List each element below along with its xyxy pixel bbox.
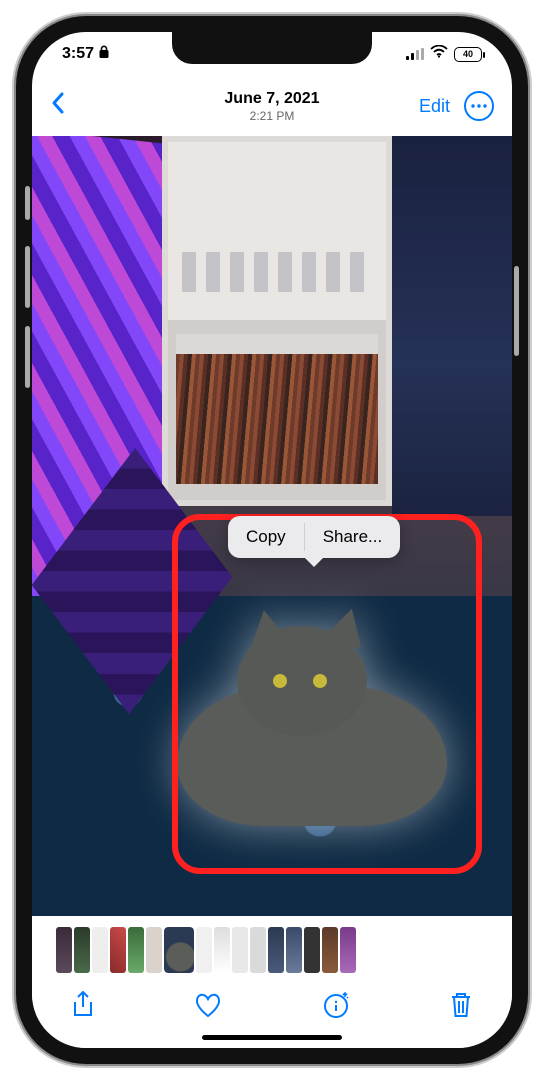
thumbnail[interactable] (128, 927, 144, 973)
photo-bg (162, 136, 392, 506)
photo-bg (392, 136, 512, 516)
home-indicator[interactable] (202, 1035, 342, 1040)
thumbnail[interactable] (250, 927, 266, 973)
wifi-icon (430, 45, 448, 63)
thumbnail[interactable] (146, 927, 162, 973)
thumbnail-current[interactable] (164, 927, 194, 973)
more-button[interactable] (464, 91, 494, 121)
copy-button[interactable]: Copy (228, 527, 304, 547)
thumbnail[interactable] (196, 927, 212, 973)
back-button[interactable] (50, 90, 66, 122)
thumbnail[interactable] (304, 927, 320, 973)
trash-icon[interactable] (448, 990, 474, 1025)
battery-indicator: 40 (454, 47, 482, 62)
context-menu: Copy Share... (228, 516, 400, 558)
thumbnail[interactable] (56, 927, 72, 973)
cellular-signal-icon (406, 48, 424, 60)
edit-button[interactable]: Edit (419, 96, 450, 117)
thumbnail[interactable] (232, 927, 248, 973)
share-button[interactable]: Share... (305, 527, 401, 547)
thumbnail[interactable] (340, 927, 356, 973)
info-icon[interactable] (321, 990, 351, 1025)
favorite-icon[interactable] (193, 991, 223, 1024)
thumbnail[interactable] (92, 927, 108, 973)
thumbnail[interactable] (110, 927, 126, 973)
thumbnail[interactable] (214, 927, 230, 973)
orientation-lock-icon (98, 45, 110, 64)
share-icon[interactable] (70, 990, 96, 1025)
device-notch (172, 32, 372, 64)
thumbnail[interactable] (268, 927, 284, 973)
annotation-highlight-box (172, 514, 482, 874)
thumbnail[interactable] (322, 927, 338, 973)
photo-filmstrip[interactable] (32, 920, 512, 980)
status-time: 3:57 (62, 45, 94, 63)
nav-bar: June 7, 2021 2:21 PM Edit (32, 76, 512, 136)
photo-viewport[interactable]: Copy Share... (32, 136, 512, 916)
thumbnail[interactable] (286, 927, 302, 973)
thumbnail[interactable] (74, 927, 90, 973)
